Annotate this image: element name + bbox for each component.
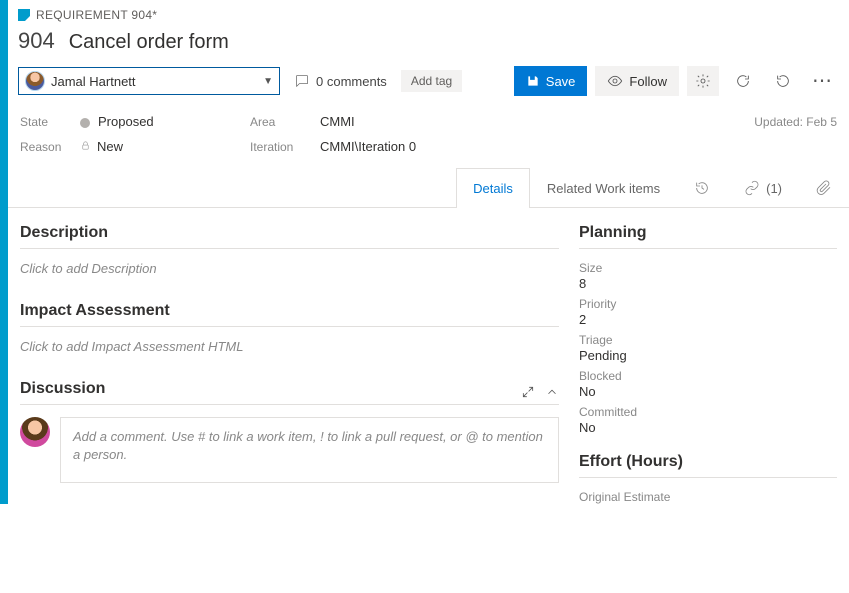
tab-history[interactable]	[677, 168, 727, 207]
divider	[20, 404, 559, 405]
iteration-label: Iteration	[250, 140, 320, 154]
description-heading: Description	[20, 224, 559, 242]
committed-value[interactable]: No	[579, 420, 837, 435]
area-label: Area	[250, 115, 320, 129]
state-label: State	[20, 115, 80, 129]
comment-input[interactable]: Add a comment. Use # to link a work item…	[60, 417, 559, 483]
collapse-icon[interactable]	[545, 385, 559, 399]
accent-bar	[0, 0, 8, 504]
save-icon	[526, 74, 540, 88]
state-dot-icon	[80, 118, 90, 128]
priority-value[interactable]: 2	[579, 312, 837, 327]
eye-icon	[607, 73, 623, 89]
avatar	[20, 417, 50, 447]
impact-input[interactable]: Click to add Impact Assessment HTML	[20, 339, 559, 354]
reason-value[interactable]: New	[80, 139, 250, 154]
follow-label: Follow	[629, 74, 667, 89]
save-button[interactable]: Save	[514, 66, 588, 96]
assignee-picker[interactable]: Jamal Hartnett ▼	[18, 67, 280, 95]
triage-label: Triage	[579, 333, 837, 347]
add-tag-button[interactable]: Add tag	[401, 70, 462, 92]
refresh-button[interactable]	[727, 66, 759, 96]
link-icon	[744, 180, 760, 196]
work-item-type-icon	[18, 9, 30, 21]
size-label: Size	[579, 261, 837, 275]
expand-icon[interactable]	[521, 385, 535, 399]
follow-button[interactable]: Follow	[595, 66, 679, 96]
reason-label: Reason	[20, 140, 80, 154]
comments-button[interactable]: 0 comments	[288, 67, 393, 95]
tab-details[interactable]: Details	[456, 168, 530, 207]
area-value[interactable]: CMMI	[320, 114, 754, 129]
original-estimate-label: Original Estimate	[579, 490, 837, 504]
divider	[20, 248, 559, 249]
undo-icon	[775, 73, 791, 89]
description-input[interactable]: Click to add Description	[20, 261, 559, 276]
triage-value[interactable]: Pending	[579, 348, 837, 363]
divider	[20, 326, 559, 327]
refresh-icon	[735, 73, 751, 89]
tab-attachments[interactable]	[799, 168, 849, 207]
attachment-icon	[816, 180, 832, 196]
comment-icon	[294, 73, 310, 89]
divider	[579, 477, 837, 478]
work-item-title[interactable]: Cancel order form	[69, 31, 229, 54]
blocked-value[interactable]: No	[579, 384, 837, 399]
history-icon	[694, 180, 710, 196]
effort-heading: Effort (Hours)	[579, 453, 837, 471]
committed-label: Committed	[579, 405, 837, 419]
avatar	[25, 71, 45, 91]
more-actions-button[interactable]: ⋯	[807, 66, 839, 96]
priority-label: Priority	[579, 297, 837, 311]
gear-icon	[695, 73, 711, 89]
iteration-value[interactable]: CMMI\Iteration 0	[320, 139, 754, 154]
updated-text: Updated: Feb 5	[754, 115, 837, 129]
assignee-name: Jamal Hartnett	[51, 74, 136, 89]
planning-heading: Planning	[579, 224, 837, 242]
divider	[579, 248, 837, 249]
work-item-type-label: REQUIREMENT 904*	[36, 8, 157, 22]
lock-icon	[80, 139, 91, 150]
chevron-down-icon: ▼	[263, 76, 273, 87]
size-value[interactable]: 8	[579, 276, 837, 291]
blocked-label: Blocked	[579, 369, 837, 383]
work-item-id: 904	[18, 28, 55, 54]
impact-heading: Impact Assessment	[20, 302, 559, 320]
settings-button[interactable]	[687, 66, 719, 96]
save-label: Save	[546, 74, 576, 89]
tab-related[interactable]: Related Work items	[530, 168, 677, 207]
state-value[interactable]: Proposed	[80, 114, 250, 129]
comments-count: 0 comments	[316, 74, 387, 89]
ellipsis-icon: ⋯	[812, 71, 834, 91]
links-count: (1)	[766, 181, 782, 196]
discussion-heading: Discussion	[20, 380, 511, 398]
revert-button[interactable]	[767, 66, 799, 96]
tab-links[interactable]: (1)	[727, 168, 799, 207]
